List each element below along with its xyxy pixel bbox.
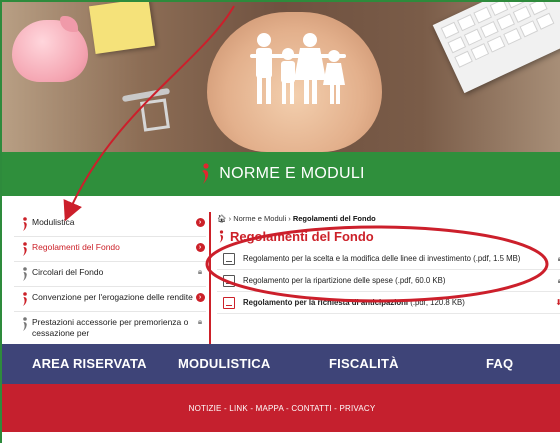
lock-icon: 🔒︎ — [197, 317, 203, 326]
document-link[interactable]: Regolamento per la ripartizione delle sp… — [243, 276, 548, 285]
lock-icon: 🔒︎ — [548, 254, 560, 264]
main-content: 🏠︎ › Norme e Moduli › Regolamenti del Fo… — [217, 212, 560, 344]
house-keychain — [140, 98, 170, 132]
arrow-circle-icon: › — [194, 242, 206, 252]
gray-figure-bullet-icon — [23, 317, 27, 331]
paper-family-figure — [250, 33, 346, 104]
red-figure-bullet-icon — [23, 292, 27, 306]
main-navbar: AREA RISERVATA MODULISTICA FISCALITÀ FAQ — [2, 344, 560, 384]
nav-fiscalita[interactable]: FISCALITÀ — [329, 356, 399, 371]
content-divider — [209, 212, 211, 344]
document-link[interactable]: Regolamento per la scelta e la modifica … — [243, 254, 548, 263]
breadcrumb-parent[interactable]: Norme e Moduli — [233, 214, 286, 223]
sidebar-item-label: Prestazioni accessorie per premorienza o… — [32, 317, 189, 338]
breadcrumb-separator: › — [288, 214, 291, 223]
sidebar-item-convenzione[interactable]: Convenzione per l'erogazione delle rendi… — [14, 287, 206, 312]
sidebar-item-modulistica[interactable]: Modulistica › — [14, 212, 206, 237]
lock-icon: 🔒︎ — [548, 276, 560, 286]
footer-link-link[interactable]: LINK — [229, 404, 248, 413]
footer-link-contatti[interactable]: CONTATTI — [291, 404, 331, 413]
nav-modulistica[interactable]: MODULISTICA — [178, 356, 270, 371]
pdf-file-icon — [223, 296, 235, 309]
page-section-title: NORME E MODULI — [219, 165, 365, 182]
sidebar-item-label: Modulistica — [32, 217, 75, 227]
page-title-text: Regolamenti del Fondo — [230, 228, 374, 244]
download-icon[interactable]: ⬇ — [548, 298, 560, 307]
footer-link-notizie[interactable]: NOTIZIE — [189, 404, 222, 413]
sidebar-item-regolamenti[interactable]: Regolamenti del Fondo › — [14, 237, 206, 262]
spacer — [2, 196, 560, 210]
footer-bottom — [2, 432, 560, 443]
nav-area-riservata[interactable]: AREA RISERVATA — [32, 356, 147, 371]
lock-icon: 🔒︎ — [197, 267, 203, 276]
red-figure-logo-icon — [219, 229, 224, 243]
sidebar-item-prestazioni[interactable]: Prestazioni accessorie per premorienza o… — [14, 312, 206, 344]
home-icon[interactable]: 🏠︎ — [217, 214, 227, 223]
sidebar-item-circolari[interactable]: Circolari del Fondo 🔒︎ — [14, 262, 206, 287]
document-row[interactable]: Regolamento per la scelta e la modifica … — [217, 248, 560, 270]
sidebar-item-label: Regolamenti del Fondo — [32, 242, 120, 252]
footer: NOTIZIE - LINK - MAPPA - CONTATTI - PRIV… — [2, 384, 560, 432]
arrow-circle-icon: › — [194, 292, 206, 302]
sidebar-item-label: Circolari del Fondo — [32, 267, 104, 277]
nav-faq[interactable]: FAQ — [486, 356, 513, 371]
page-frame: NORME E MODULI Modulistica › Regolamenti… — [0, 0, 560, 443]
section-header: NORME E MODULI — [2, 152, 560, 196]
red-figure-bullet-icon — [23, 242, 27, 256]
red-figure-bullet-icon — [23, 217, 27, 231]
gray-figure-bullet-icon — [23, 267, 27, 281]
hero-image — [2, 2, 560, 152]
arrow-circle-icon: › — [194, 217, 206, 227]
pdf-file-icon — [223, 252, 235, 265]
footer-link-privacy[interactable]: PRIVACY — [339, 404, 375, 413]
document-row[interactable]: Regolamento per la richiesta di anticipa… — [217, 292, 560, 314]
footer-link-mappa[interactable]: MAPPA — [256, 404, 284, 413]
red-figure-logo-icon — [202, 163, 209, 184]
breadcrumb-current: Regolamenti del Fondo — [292, 214, 376, 223]
breadcrumb-separator: › — [228, 214, 232, 223]
footer-links: NOTIZIE - LINK - MAPPA - CONTATTI - PRIV… — [188, 403, 376, 413]
page-title: Regolamenti del Fondo — [217, 226, 560, 246]
pdf-file-icon — [223, 274, 235, 287]
sticky-notes — [88, 2, 156, 54]
document-row[interactable]: Regolamento per la ripartizione delle sp… — [217, 270, 560, 292]
sidebar: Modulistica › Regolamenti del Fondo › Ci… — [14, 212, 206, 344]
breadcrumb: 🏠︎ › Norme e Moduli › Regolamenti del Fo… — [217, 212, 560, 226]
sidebar-item-label: Convenzione per l'erogazione delle rendi… — [32, 292, 193, 302]
document-link[interactable]: Regolamento per la richiesta di anticipa… — [243, 298, 548, 307]
